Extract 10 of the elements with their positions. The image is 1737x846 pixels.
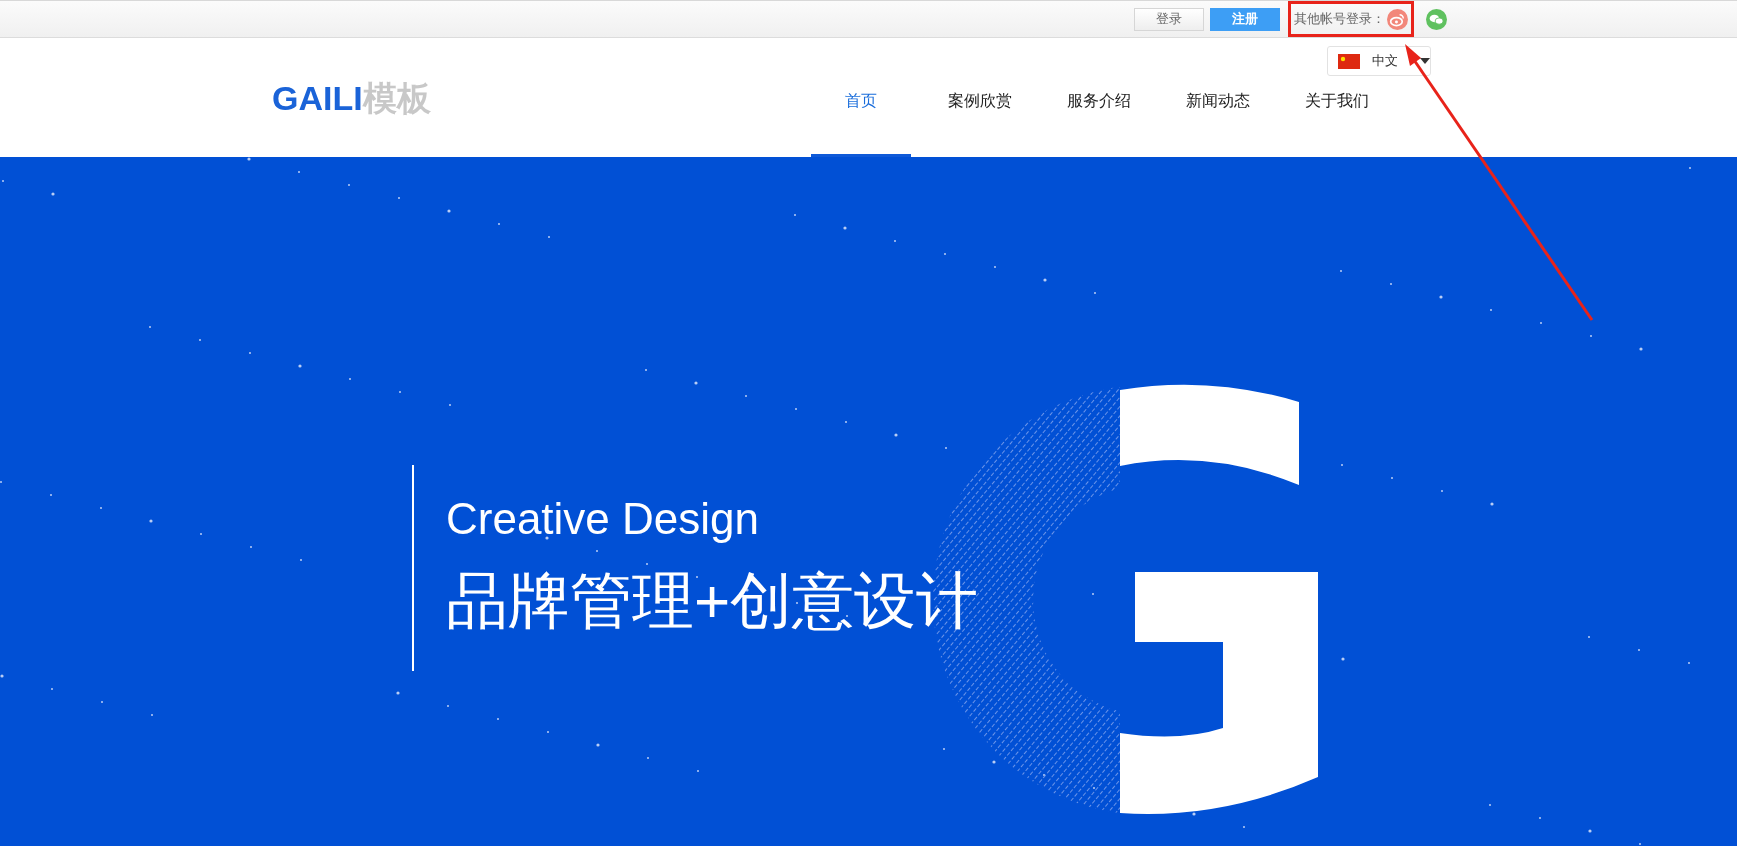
language-label: 中文 bbox=[1372, 52, 1398, 71]
login-button[interactable]: 登录 bbox=[1134, 7, 1204, 31]
nav-link[interactable]: 案例欣赏 bbox=[929, 80, 1030, 157]
nav-link[interactable]: 关于我们 bbox=[1286, 80, 1387, 157]
nav-link[interactable]: 新闻动态 bbox=[1167, 80, 1268, 157]
hero-subtitle: 品牌管理+创意设计 bbox=[446, 565, 980, 637]
hero-title: Creative Design bbox=[446, 493, 761, 545]
nav-link[interactable]: 服务介绍 bbox=[1048, 80, 1149, 157]
other-login-label: 其他帐号登录： bbox=[1294, 10, 1385, 29]
language-selector[interactable]: 中文 bbox=[1327, 46, 1431, 76]
